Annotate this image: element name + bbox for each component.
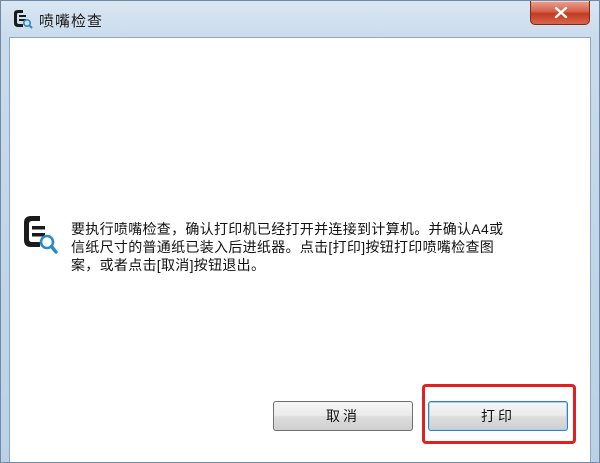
printer-head-icon xyxy=(11,8,33,30)
window-title: 喷嘴检查 xyxy=(39,13,104,30)
dialog-body: 要执行喷嘴检查，确认打印机已经打开并连接到计算机。并确认A4或 信纸尺寸的普通纸… xyxy=(9,37,591,462)
close-button[interactable] xyxy=(530,1,590,25)
instruction-message: 要执行喷嘴检查，确认打印机已经打开并连接到计算机。并确认A4或 信纸尺寸的普通纸… xyxy=(71,220,555,274)
print-button[interactable]: 打印 xyxy=(428,401,568,431)
title-bar[interactable]: 喷嘴检查 xyxy=(1,1,599,37)
nozzle-check-dialog: 喷嘴检查 要执行喷嘴检查，确认打印机已经打开并连接到计算机。并确认A4或 信纸尺… xyxy=(0,0,600,463)
close-icon xyxy=(554,6,568,19)
message-line: 信纸尺寸的普通纸已装入后进纸器。点击[打印]按钮打印喷嘴检查图 xyxy=(71,239,495,255)
printer-nozzle-icon xyxy=(20,213,58,255)
message-line: 要执行喷嘴检查，确认打印机已经打开并连接到计算机。并确认A4或 xyxy=(71,221,504,237)
message-line: 案，或者点击[取消]按钮退出。 xyxy=(71,257,266,273)
cancel-button[interactable]: 取消 xyxy=(273,401,413,431)
